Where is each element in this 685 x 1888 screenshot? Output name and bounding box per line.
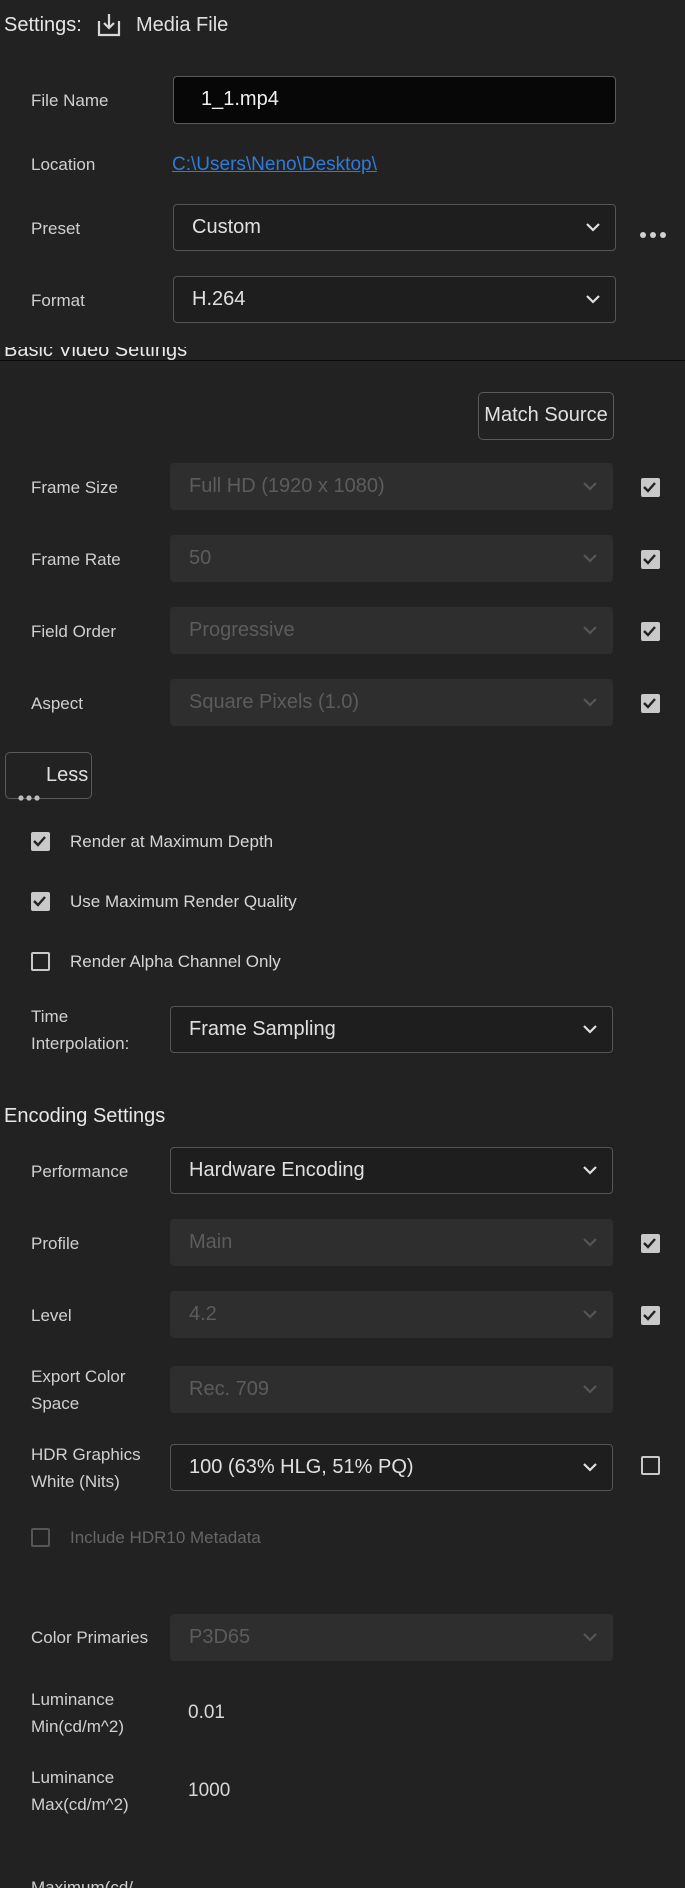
match-source-button[interactable]: Match Source: [478, 392, 614, 440]
section-divider: [0, 360, 685, 361]
frame-size-dropdown[interactable]: Full HD (1920 x 1080): [170, 463, 613, 510]
preset-label: Preset: [31, 219, 81, 238]
settings-label: Settings:: [4, 14, 82, 36]
frame-rate-label: Frame Rate: [31, 550, 121, 569]
location-link[interactable]: C:\Users\Neno\Desktop\: [172, 151, 377, 178]
preset-dropdown[interactable]: Custom: [173, 204, 616, 251]
profile-label: Profile: [31, 1234, 80, 1253]
performance-label: Performance: [31, 1162, 129, 1181]
export-color-label: Export Color Space: [31, 1367, 126, 1413]
field-order-label: Field Order: [31, 622, 117, 641]
performance-value: Hardware Encoding: [189, 1159, 365, 1181]
file-name-input[interactable]: 1_1.mp4: [173, 76, 616, 124]
download-tray-icon: [96, 12, 122, 38]
max-render-quality-label: Use Maximum Render Quality: [70, 892, 297, 911]
max-render-quality-checkbox[interactable]: [31, 892, 50, 911]
chevron-down-icon: [582, 478, 598, 494]
frame-size-label: Frame Size: [31, 478, 118, 497]
aspect-value: Square Pixels (1.0): [189, 691, 360, 713]
color-primaries-label: Color Primaries: [31, 1628, 149, 1647]
lum-min-label: Luminance Min(cd/m^2): [31, 1690, 124, 1736]
preset-value: Custom: [192, 216, 261, 238]
render-alpha-checkbox[interactable]: [31, 952, 50, 971]
chevron-down-icon: [582, 1162, 598, 1178]
export-color-dropdown[interactable]: Rec. 709: [170, 1366, 613, 1413]
hdr-white-label: HDR Graphics White (Nits): [31, 1445, 141, 1491]
performance-dropdown[interactable]: Hardware Encoding: [170, 1147, 613, 1194]
color-primaries-value: P3D65: [189, 1626, 251, 1648]
chevron-down-icon: [582, 1381, 598, 1397]
render-max-depth-label: Render at Maximum Depth: [70, 832, 274, 851]
time-interp-label: Time Interpolation:: [31, 1007, 130, 1053]
media-file-label: Media File: [136, 14, 229, 36]
profile-value: Main: [189, 1231, 233, 1253]
level-label: Level: [31, 1306, 72, 1325]
less-button[interactable]: Less: [5, 752, 92, 801]
aspect-dropdown[interactable]: Square Pixels (1.0): [170, 679, 613, 726]
frame-rate-checkbox[interactable]: [641, 550, 660, 569]
chevron-down-icon: [585, 291, 601, 307]
field-order-checkbox[interactable]: [641, 622, 660, 641]
chevron-down-icon: [582, 622, 598, 638]
more-dots-icon[interactable]: [639, 224, 667, 238]
format-value: H.264: [192, 288, 246, 310]
level-value: 4.2: [189, 1303, 217, 1325]
chevron-down-icon: [582, 1629, 598, 1645]
chevron-down-icon: [582, 694, 598, 710]
aspect-checkbox[interactable]: [641, 694, 660, 713]
chevron-down-icon: [582, 1234, 598, 1250]
render-max-depth-checkbox[interactable]: [31, 832, 50, 851]
profile-dropdown[interactable]: Main: [170, 1219, 613, 1266]
hdr-white-dropdown[interactable]: 100 (63% HLG, 51% PQ): [170, 1444, 613, 1491]
chevron-down-icon: [582, 1021, 598, 1037]
less-label: Less: [46, 764, 89, 786]
lum-min-value[interactable]: 0.01: [188, 1702, 225, 1724]
chevron-down-icon: [585, 219, 601, 235]
lum-max-value[interactable]: 1000: [188, 1780, 230, 1802]
profile-checkbox[interactable]: [641, 1234, 660, 1253]
frame-size-value: Full HD (1920 x 1080): [189, 475, 385, 497]
frame-size-checkbox[interactable]: [641, 478, 660, 497]
field-order-value: Progressive: [189, 619, 295, 641]
format-label: Format: [31, 291, 85, 310]
frame-rate-value: 50: [189, 547, 212, 569]
time-interp-dropdown[interactable]: Frame Sampling: [170, 1006, 613, 1053]
max-cll-label: Maximum(cd/: [31, 1878, 134, 1888]
basic-video-section-title: Basic Video Settings: [4, 347, 188, 361]
hdr-white-value: 100 (63% HLG, 51% PQ): [189, 1456, 414, 1478]
include-hdr10-checkbox[interactable]: [31, 1528, 50, 1547]
encoding-section-title: Encoding Settings: [4, 1105, 166, 1127]
time-interp-value: Frame Sampling: [189, 1018, 336, 1040]
aspect-label: Aspect: [31, 694, 83, 713]
color-primaries-dropdown[interactable]: P3D65: [170, 1614, 613, 1661]
chevron-down-icon: [582, 550, 598, 566]
lum-max-label: Luminance Max(cd/m^2): [31, 1768, 129, 1814]
level-dropdown[interactable]: 4.2: [170, 1291, 613, 1338]
field-order-dropdown[interactable]: Progressive: [170, 607, 613, 654]
file-name-label: File Name: [31, 91, 109, 110]
export-color-value: Rec. 709: [189, 1378, 270, 1400]
chevron-down-icon: [582, 1306, 598, 1322]
level-checkbox[interactable]: [641, 1306, 660, 1325]
frame-rate-dropdown[interactable]: 50: [170, 535, 613, 582]
include-hdr10-label: Include HDR10 Metadata: [70, 1528, 261, 1547]
hdr-white-checkbox[interactable]: [641, 1456, 660, 1475]
format-dropdown[interactable]: H.264: [173, 276, 616, 323]
more-dots-icon: [18, 773, 40, 817]
render-alpha-label: Render Alpha Channel Only: [70, 952, 281, 971]
location-label: Location: [31, 155, 96, 174]
chevron-down-icon: [582, 1459, 598, 1475]
